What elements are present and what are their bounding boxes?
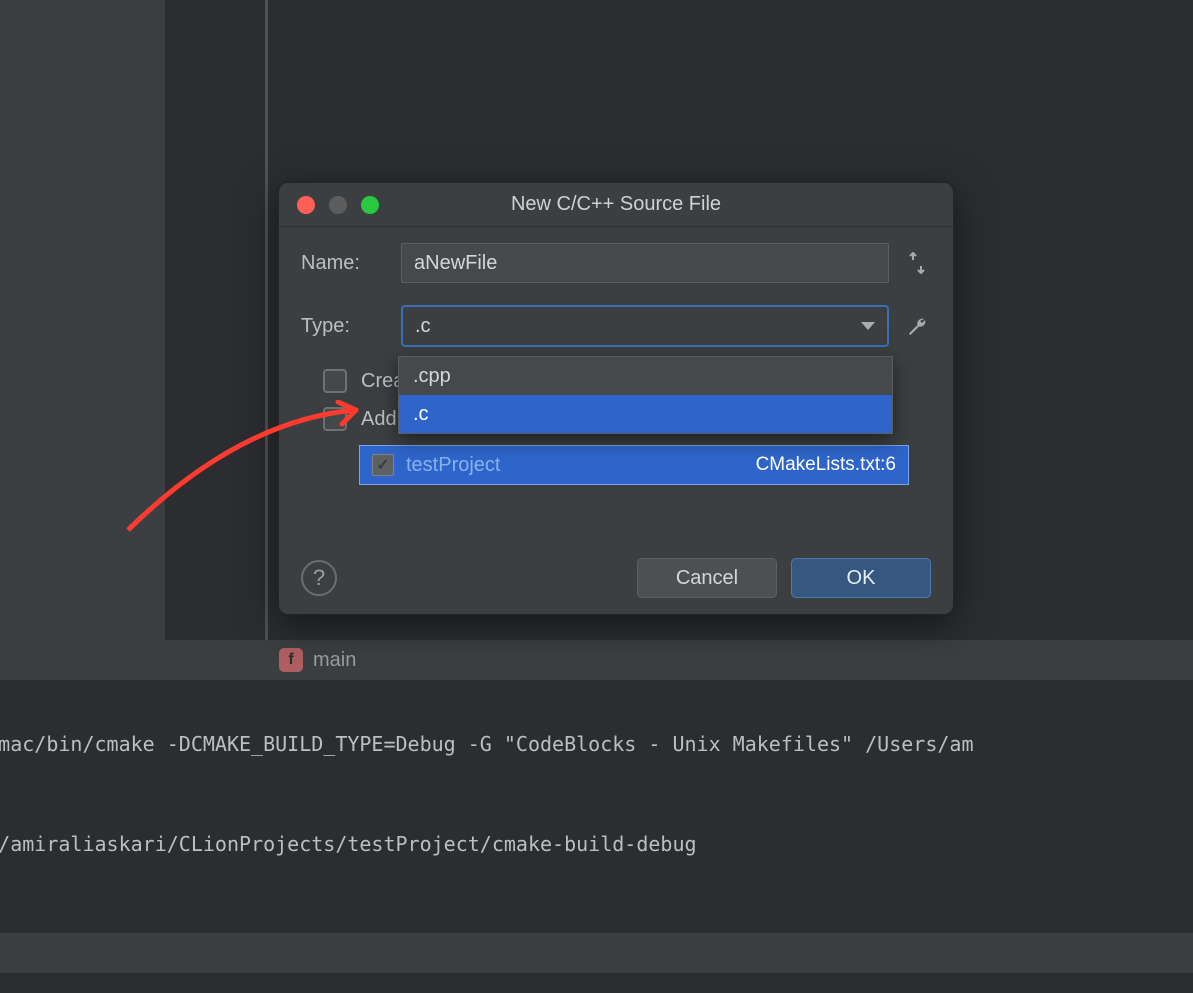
ok-button[interactable]: OK [791, 558, 931, 598]
breadcrumb-item[interactable]: main [313, 649, 356, 672]
dialog-title: New C/C++ Source File [279, 193, 953, 216]
checkbox-unchecked-icon[interactable] [323, 407, 347, 431]
dialog-titlebar[interactable]: New C/C++ Source File [279, 183, 953, 227]
maximize-window-icon[interactable] [361, 196, 379, 214]
console-line: sers/amiraliaskari/CLionProjects/testPro… [0, 832, 1193, 856]
type-selected-value: .c [415, 315, 431, 338]
targets-list[interactable]: testProject CMakeLists.txt:6 [359, 445, 909, 485]
updown-arrows-icon[interactable] [903, 252, 931, 274]
target-detail: CMakeLists.txt:6 [756, 454, 896, 476]
project-sidebar[interactable] [0, 0, 165, 680]
dropdown-option-c[interactable]: .c [399, 395, 892, 433]
type-combobox[interactable]: .c [401, 305, 889, 347]
checkbox-unchecked-icon[interactable] [323, 369, 347, 393]
checkbox-checked-icon[interactable] [372, 454, 394, 476]
console-line: ake/mac/bin/cmake -DCMAKE_BUILD_TYPE=Deb… [0, 732, 1193, 756]
function-badge-icon: f [279, 648, 303, 672]
close-window-icon[interactable] [297, 196, 315, 214]
target-name: testProject [406, 454, 500, 477]
wrench-icon[interactable] [903, 315, 931, 337]
target-row[interactable]: testProject CMakeLists.txt:6 [359, 445, 909, 485]
dropdown-option-cpp[interactable]: .cpp [399, 357, 892, 395]
type-label: Type: [301, 315, 401, 338]
name-input[interactable] [401, 243, 889, 283]
breadcrumb-bar: f main [165, 640, 1193, 680]
type-dropdown-popup: .cpp .c [398, 356, 893, 434]
chevron-down-icon [861, 322, 875, 330]
cancel-button[interactable]: Cancel [637, 558, 777, 598]
add-to-targets-label: Add [361, 408, 397, 431]
name-label: Name: [301, 252, 401, 275]
minimize-window-icon [329, 196, 347, 214]
status-bar [0, 933, 1193, 973]
console-output[interactable]: ake/mac/bin/cmake -DCMAKE_BUILD_TYPE=Deb… [0, 680, 1193, 973]
help-button[interactable]: ? [301, 560, 337, 596]
window-controls [297, 196, 379, 214]
